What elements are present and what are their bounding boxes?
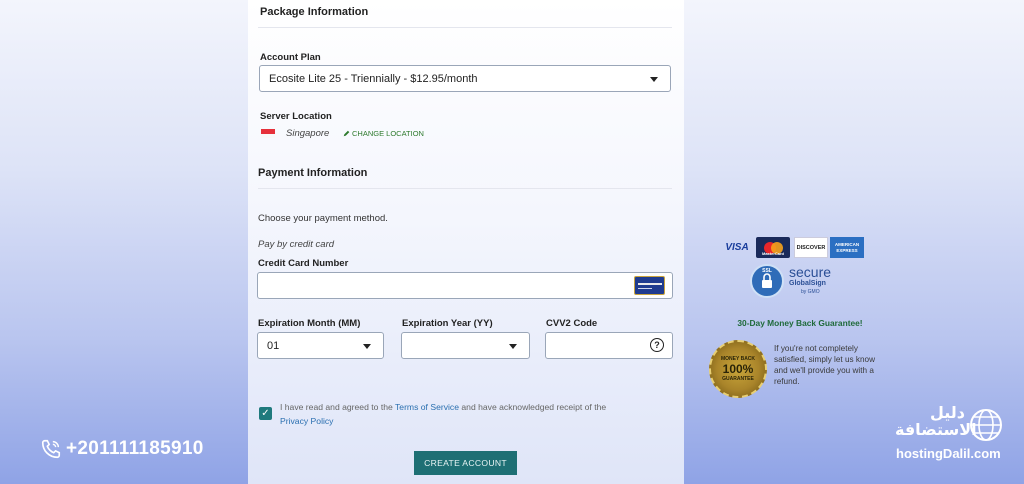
privacy-policy-link[interactable]: Privacy Policy	[280, 416, 333, 426]
help-circle-icon[interactable]: ?	[650, 338, 664, 352]
package-information-heading: Package Information	[260, 6, 369, 18]
guarantee-text: If you're not completely satisfied, simp…	[774, 344, 876, 386]
globe-icon	[970, 409, 1002, 441]
dropdown-caret-icon	[650, 76, 658, 82]
brand-english: hostingDalil.com	[896, 446, 1001, 461]
money-back-seal: MONEY BACK 100% GUARANTEE	[709, 340, 767, 398]
exp-year-select[interactable]	[401, 332, 530, 359]
flag-singapore-icon	[261, 129, 275, 138]
exp-month-select[interactable]: 01	[257, 332, 384, 359]
pay-by-card-text: Pay by credit card	[258, 239, 335, 250]
dropdown-caret-icon	[363, 343, 371, 349]
pencil-icon	[343, 130, 350, 137]
card-number-input[interactable]	[257, 272, 673, 299]
phone-number: +201111185910	[40, 438, 204, 460]
terms-text: I have read and agreed to the Terms of S…	[280, 400, 650, 428]
exp-month-value: 01	[267, 339, 280, 352]
brand-arabic: دليل الاستضافة	[895, 405, 977, 439]
guarantee-title: 30-Day Money Back Guarantee!	[737, 318, 863, 328]
server-location-value: Singapore	[286, 128, 330, 139]
mastercard-logo: MasterCard	[756, 237, 790, 258]
choose-method-text: Choose your payment method.	[258, 213, 388, 224]
amex-logo: AMERICAN EXPRESS	[830, 237, 864, 258]
divider	[258, 27, 672, 28]
visa-logo: VISA	[725, 241, 749, 253]
divider	[258, 188, 672, 189]
cvv-label: CVV2 Code	[546, 318, 598, 329]
secure-globalsign: GlobalSign	[789, 280, 826, 287]
account-plan-value: Ecosite Lite 25 - Triennially - $12.95/m…	[269, 72, 478, 85]
create-account-button[interactable]: CREATE ACCOUNT	[414, 451, 517, 475]
seal-center: 100%	[722, 362, 754, 376]
card-number-label: Credit Card Number	[258, 258, 349, 269]
payment-information-heading: Payment Information	[258, 167, 368, 179]
discover-logo: DISCOVER	[794, 237, 828, 258]
brand-arabic-line2: الاستضافة	[895, 422, 977, 439]
account-plan-select[interactable]: Ecosite Lite 25 - Triennially - $12.95/m…	[259, 65, 671, 92]
mastercard-text: MasterCard	[761, 251, 784, 256]
ssl-tag: SSL	[762, 268, 772, 274]
seal-bottom: GUARANTEE	[722, 376, 754, 382]
credit-card-icon	[634, 276, 665, 295]
phone-number-text: +201111185910	[66, 438, 204, 459]
checkmark-icon: ✓	[261, 408, 270, 419]
change-location-link[interactable]: CHANGE LOCATION	[343, 129, 424, 138]
phone-icon	[41, 439, 61, 459]
terms-prefix: I have read and agreed to the	[280, 402, 395, 412]
secure-title: secure	[789, 264, 832, 280]
terms-of-service-link[interactable]: Terms of Service	[395, 402, 459, 412]
ssl-seal: SSL	[750, 264, 784, 298]
dropdown-caret-icon	[509, 343, 517, 349]
exp-year-label: Expiration Year (YY)	[402, 318, 493, 329]
account-plan-label: Account Plan	[260, 52, 321, 63]
secure-by: by GMO	[801, 289, 820, 295]
brand-arabic-line1: دليل	[929, 405, 965, 422]
terms-middle: and have acknowledged receipt of the	[459, 402, 607, 412]
change-location-label: CHANGE LOCATION	[352, 129, 424, 138]
terms-checkbox[interactable]: ✓	[259, 407, 272, 420]
server-location-label: Server Location	[260, 111, 332, 122]
lock-icon	[762, 273, 772, 288]
exp-month-label: Expiration Month (MM)	[258, 318, 361, 329]
